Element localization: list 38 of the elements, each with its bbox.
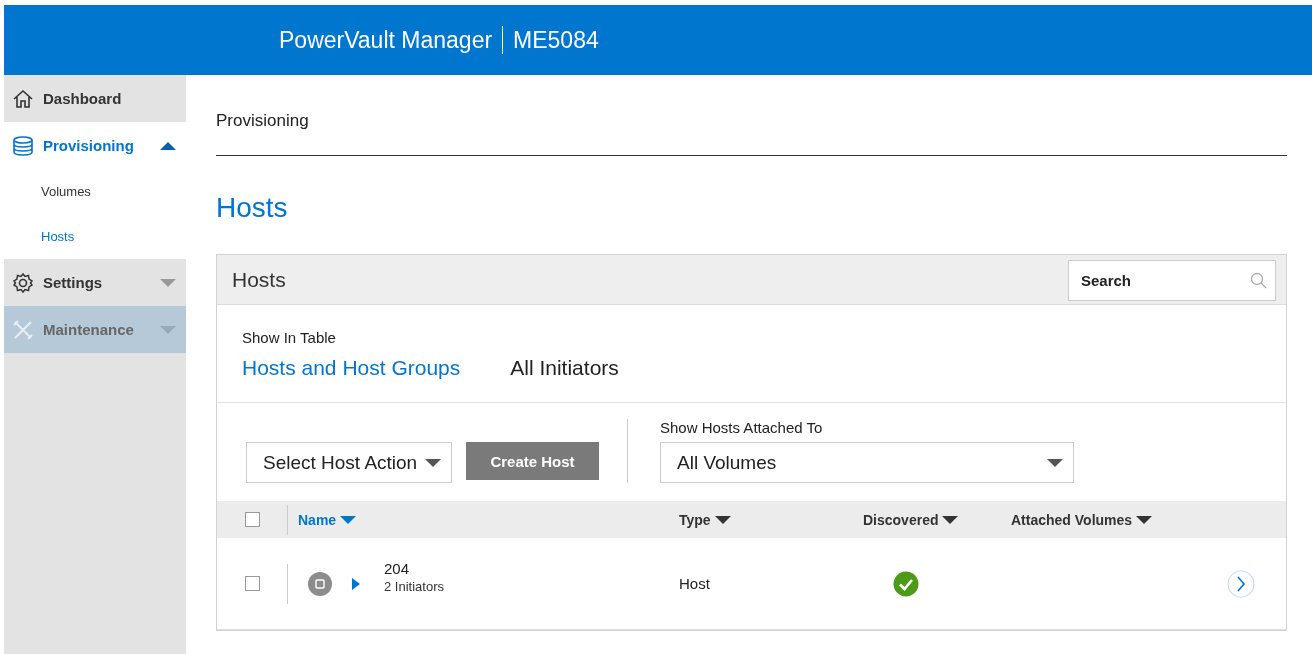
attached-to-label: Show Hosts Attached To <box>660 419 824 436</box>
search-icon <box>1250 272 1267 289</box>
tools-icon <box>12 318 34 341</box>
panel-title: Hosts <box>232 267 286 292</box>
caret-icon <box>425 456 441 469</box>
create-host-button[interactable]: Create Host <box>466 442 599 480</box>
column-header[interactable]: Name <box>298 511 679 528</box>
details-icon[interactable] <box>1227 569 1255 598</box>
caret-icon <box>1047 456 1063 469</box>
show-in-table-label: Show In Table <box>242 329 337 346</box>
breadcrumb: Provisioning <box>216 75 1287 156</box>
sort-icon <box>340 513 357 526</box>
settings-icon <box>12 271 34 294</box>
column-header[interactable]: Discovered <box>863 511 1011 528</box>
sidebar-subitem[interactable]: Hosts <box>4 214 186 259</box>
column-header[interactable]: Type <box>679 511 863 528</box>
host-name: 204 <box>384 559 411 577</box>
page-title: Hosts <box>216 191 289 225</box>
model-name: ME5084 <box>513 26 599 54</box>
column-header[interactable]: Attached Volumes <box>1011 511 1211 528</box>
sidebar-subitem[interactable]: Volumes <box>4 169 186 214</box>
initiator-count: 2 Initiators <box>384 578 444 594</box>
sort-icon <box>1136 513 1153 526</box>
table-view-tab[interactable]: Hosts and Host Groups <box>242 356 461 380</box>
host-action-dropdown[interactable]: Select Host Action <box>246 442 452 483</box>
host-icon <box>308 571 332 596</box>
database-icon <box>12 135 34 156</box>
select-all-checkbox[interactable] <box>245 512 260 527</box>
sidebar-item[interactable]: Provisioning <box>4 122 186 169</box>
search-field[interactable]: Search <box>1068 260 1276 301</box>
table-view-tab[interactable]: All Initiators <box>510 356 619 380</box>
row-checkbox[interactable] <box>245 576 260 591</box>
sort-icon <box>714 513 731 526</box>
host-type: Host <box>679 575 710 592</box>
home-icon <box>12 88 34 109</box>
sort-icon <box>942 513 959 526</box>
product-name: PowerVault Manager <box>279 26 493 54</box>
attached-to-dropdown[interactable]: All Volumes <box>660 442 1074 483</box>
